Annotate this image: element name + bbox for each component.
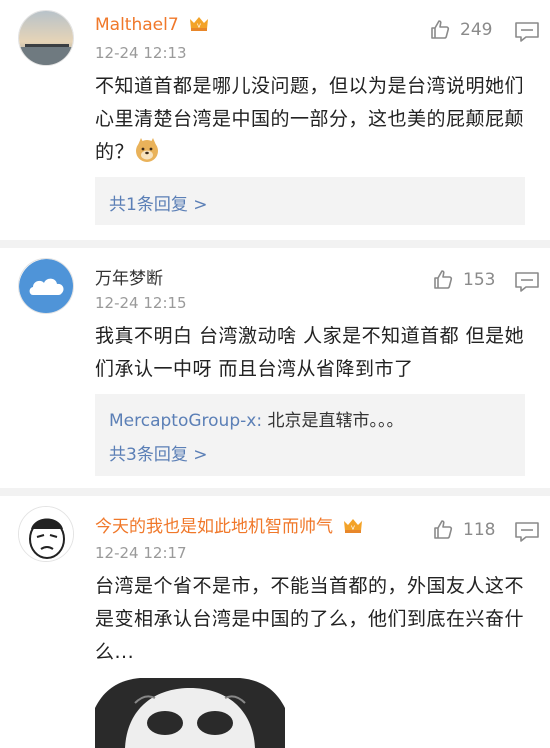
comment-text: 不知道首都是哪儿没问题，但以为是台湾说明她们心里清楚台湾是中国的一部分，这也美的… xyxy=(95,75,525,163)
divider xyxy=(0,488,550,496)
username[interactable]: 今天的我也是如此地机智而帅气 v xyxy=(95,512,364,537)
avatar[interactable] xyxy=(18,258,74,314)
comment-time: 12-24 12:15 xyxy=(95,294,187,312)
avatar[interactable] xyxy=(18,506,74,562)
comment-time: 12-24 12:17 xyxy=(95,544,187,562)
comment-time: 12-24 12:13 xyxy=(95,44,187,62)
divider xyxy=(0,240,550,248)
reply-icon[interactable] xyxy=(514,20,540,44)
like-count: 153 xyxy=(463,270,496,290)
reply-preview-text: 北京是直辖市。。。 xyxy=(262,411,404,431)
like-count: 118 xyxy=(463,520,496,540)
like-button[interactable]: 118 xyxy=(431,518,495,542)
username[interactable]: Malthael7 v xyxy=(95,14,210,35)
comment-text: 台湾是个省不是市，不能当首都的，外国友人这不是变相承认台湾是中国的了么，他们到底… xyxy=(95,575,525,663)
reply-box[interactable]: 共1条回复 > xyxy=(95,177,525,225)
thumbs-up-icon xyxy=(434,270,453,289)
reply-icon[interactable] xyxy=(514,270,540,294)
vip-crown-icon: v xyxy=(344,519,363,533)
vip-crown-icon: v xyxy=(190,17,209,31)
like-button[interactable]: 249 xyxy=(428,18,492,42)
avatar[interactable] xyxy=(18,10,74,66)
view-replies-link[interactable]: 共1条回复 > xyxy=(109,190,207,215)
username[interactable]: 万年梦断 xyxy=(95,264,163,289)
panda-meme-image[interactable] xyxy=(95,668,285,748)
view-replies-link[interactable]: 共3条回复 > xyxy=(109,440,207,465)
comment-3: 今天的我也是如此地机智而帅气 v 12-24 12:17 118 台湾是个省不是… xyxy=(0,496,550,748)
thumbs-up-icon xyxy=(434,520,453,539)
doge-emoji-icon xyxy=(136,138,159,162)
thumbs-up-icon xyxy=(431,20,450,39)
comment-text: 我真不明白 台湾激动啥 人家是不知道首都 但是她们承认一中呀 而且台湾从省降到市… xyxy=(95,325,525,380)
like-button[interactable]: 153 xyxy=(431,268,495,292)
svg-text:v: v xyxy=(351,524,355,532)
reply-preview-user[interactable]: MercaptoGroup-x: xyxy=(109,411,262,431)
reply-preview[interactable]: MercaptoGroup-x: 北京是直辖市。。。 xyxy=(109,406,403,431)
comment-1: Malthael7 v 12-24 12:13 249 不知道首都是哪儿没问题，… xyxy=(0,0,550,240)
svg-text:v: v xyxy=(197,22,201,30)
comment-2: 万年梦断 12-24 12:15 153 我真不明白 台湾激动啥 人家是不知道首… xyxy=(0,248,550,488)
reply-box[interactable]: MercaptoGroup-x: 北京是直辖市。。。 共3条回复 > xyxy=(95,394,525,476)
like-count: 249 xyxy=(460,20,493,40)
reply-icon[interactable] xyxy=(514,520,540,544)
